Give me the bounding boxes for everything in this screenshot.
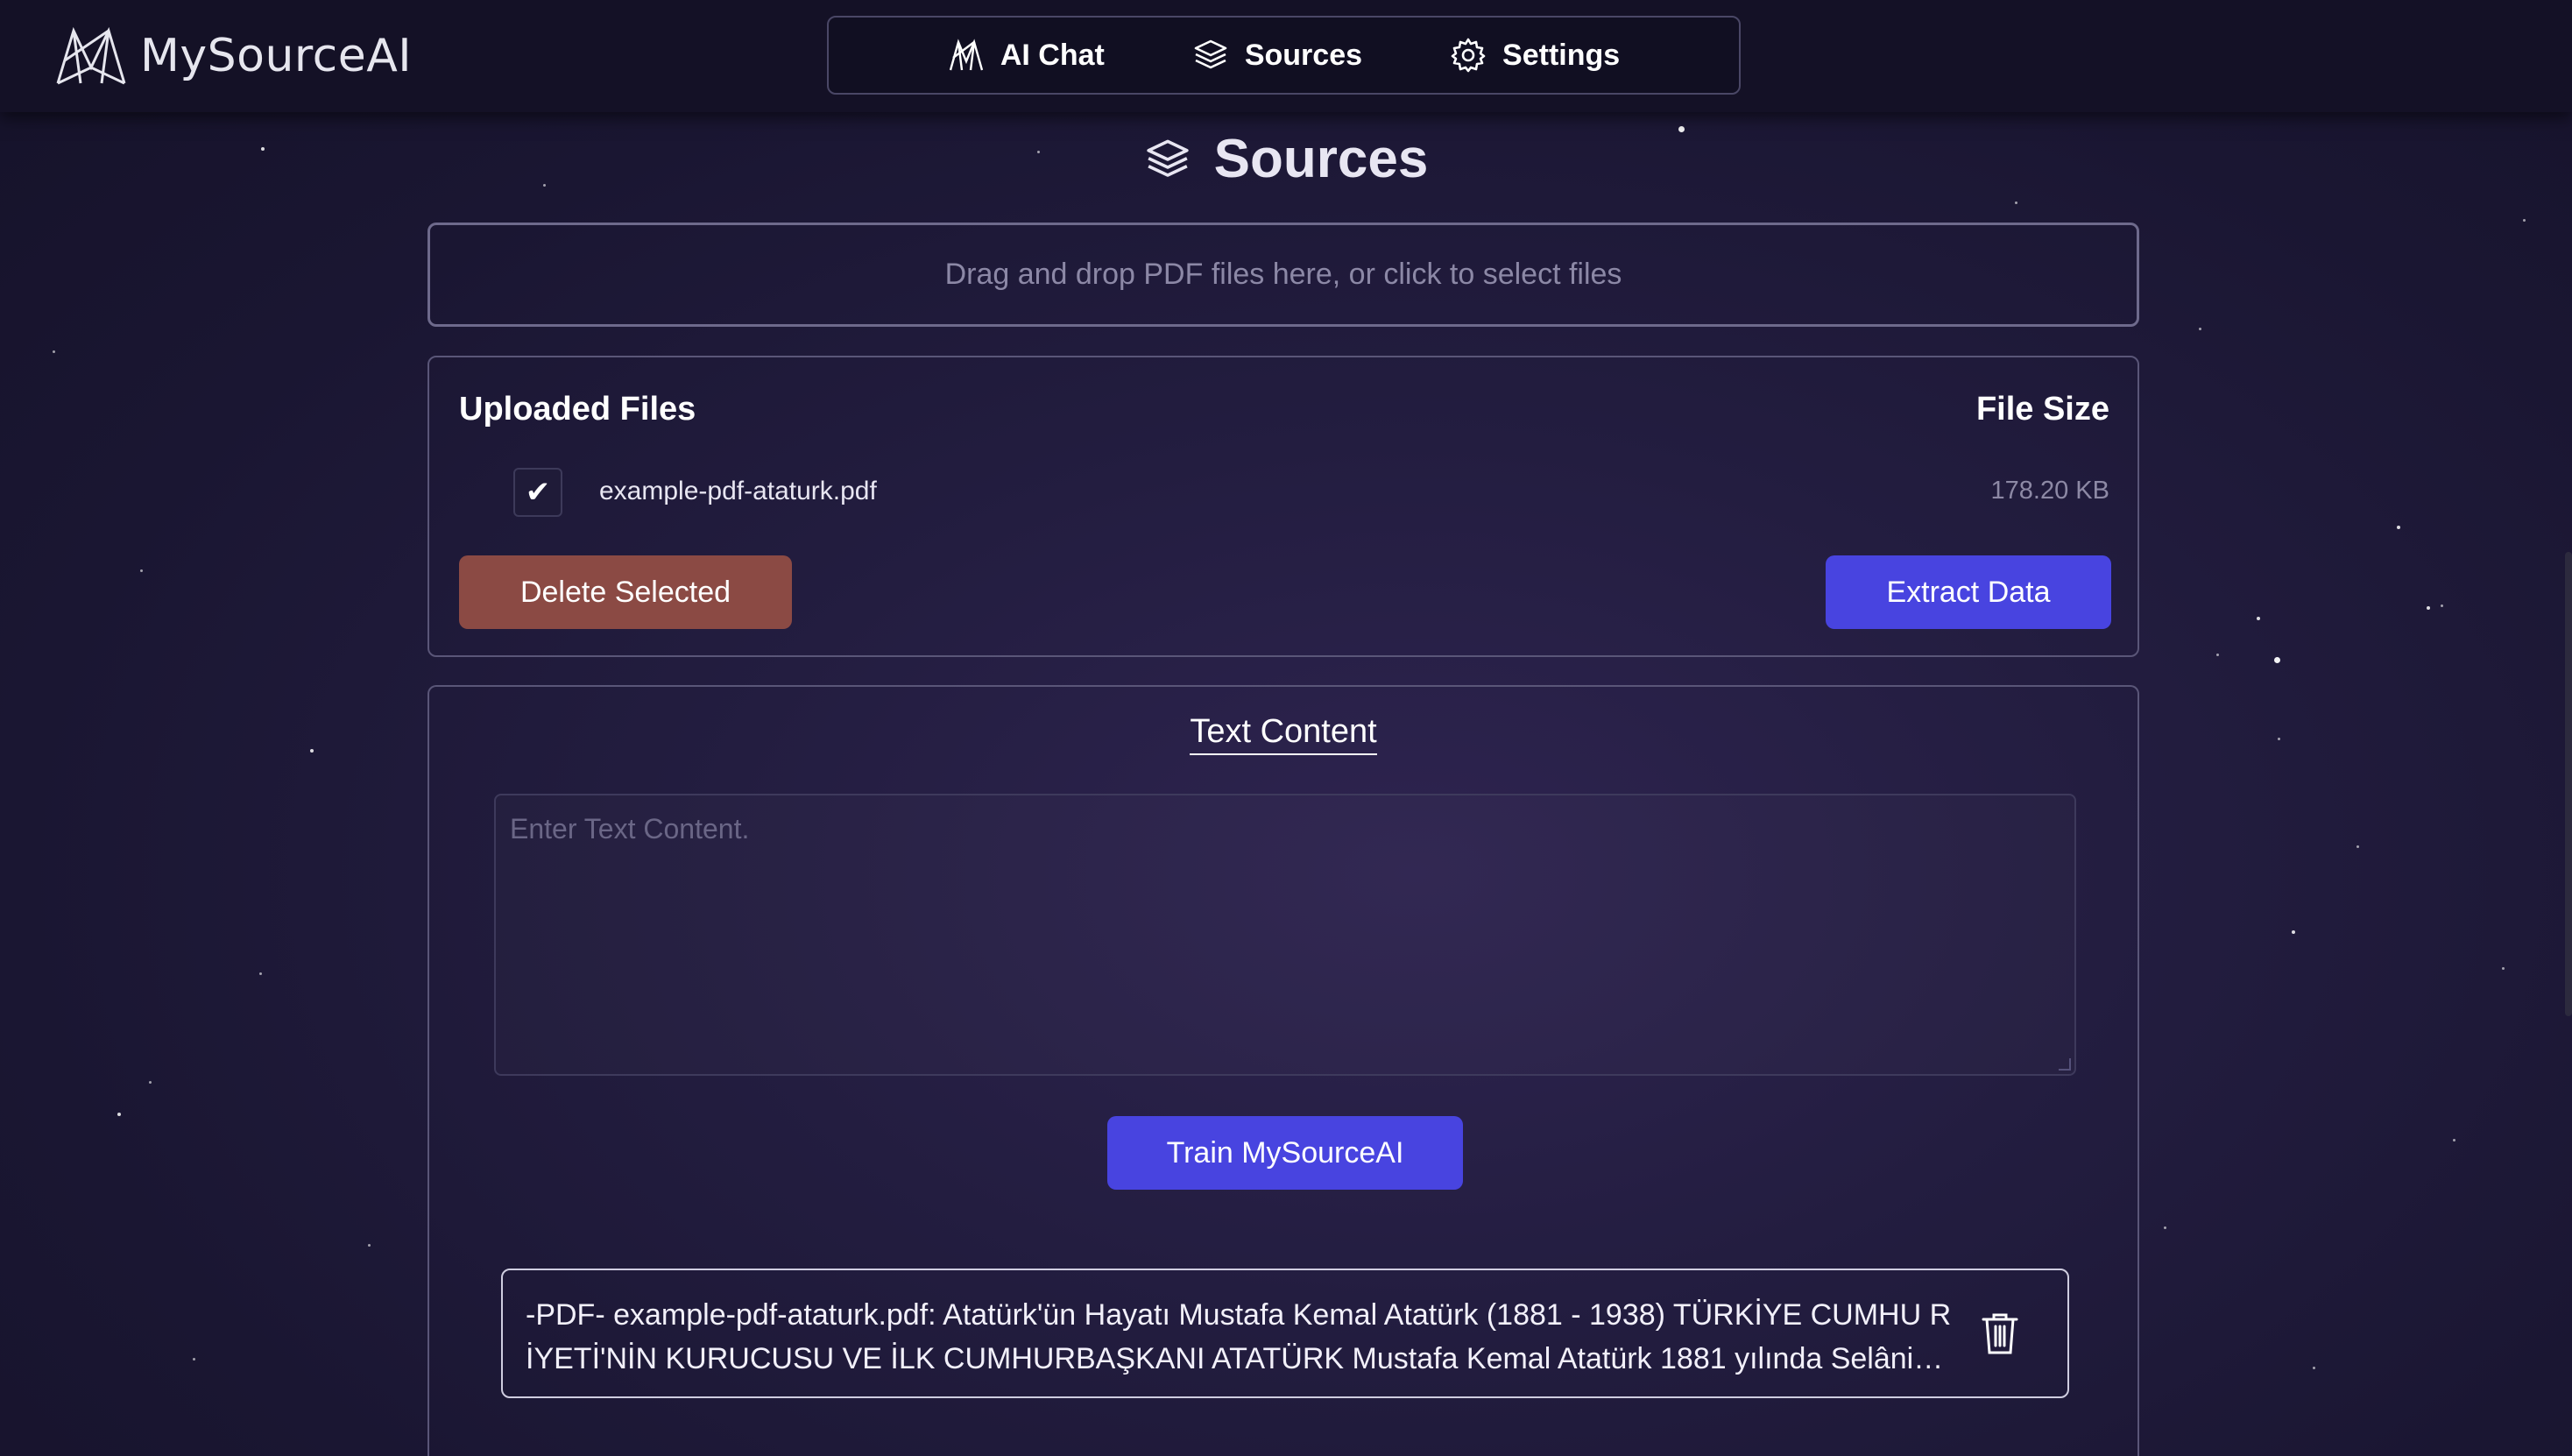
page-title-text: Sources	[1213, 129, 1429, 189]
nav-label-sources: Sources	[1244, 38, 1363, 72]
delete-selected-button[interactable]: Delete Selected	[459, 555, 792, 629]
ai-chat-logo-icon	[949, 39, 983, 71]
mysourceai-logo-icon	[56, 26, 126, 85]
nav-label-settings: Settings	[1502, 38, 1621, 72]
text-content-title: Text Content	[429, 713, 2137, 755]
text-content-input[interactable]: Enter Text Content.	[494, 794, 2076, 1076]
trash-icon[interactable]	[1980, 1311, 2020, 1356]
nav-item-settings[interactable]: Settings	[1450, 37, 1620, 74]
top-header: MySourceAI AI Chat Sources Settings	[0, 0, 2572, 112]
nav-label-ai-chat: AI Chat	[1000, 38, 1105, 72]
dropzone-text: Drag and drop PDF files here, or click t…	[944, 258, 1622, 291]
source-text: -PDF- example-pdf-ataturk.pdf: Atatürk'ü…	[526, 1298, 1952, 1375]
layers-icon	[1194, 39, 1227, 69]
main-nav: AI Chat Sources Settings	[827, 16, 1741, 95]
app-logo[interactable]: MySourceAI	[54, 25, 412, 88]
pdf-dropzone[interactable]: Drag and drop PDF files here, or click t…	[427, 223, 2139, 327]
nav-item-ai-chat[interactable]: AI Chat	[948, 37, 1105, 74]
page-title: Sources	[0, 128, 2572, 190]
uploaded-files-panel: Uploaded Files File Size ✔ example-pdf-a…	[427, 356, 2139, 657]
app-name: MySourceAI	[140, 30, 413, 82]
gear-icon	[1451, 38, 1486, 73]
file-select-checkbox[interactable]: ✔	[513, 468, 562, 517]
file-name: example-pdf-ataturk.pdf	[599, 477, 877, 505]
text-content-title-text: Text Content	[1190, 713, 1377, 755]
file-row: ✔ example-pdf-ataturk.pdf 178.20 KB	[429, 466, 2137, 519]
extract-data-button[interactable]: Extract Data	[1826, 555, 2111, 629]
nav-item-sources[interactable]: Sources	[1192, 37, 1362, 74]
layers-icon	[1146, 139, 1189, 177]
page-scrollbar[interactable]	[2565, 552, 2572, 1016]
text-content-panel: Text Content Enter Text Content. Train M…	[427, 685, 2139, 1456]
train-mysourceai-button[interactable]: Train MySourceAI	[1107, 1116, 1463, 1190]
uploaded-files-header: Uploaded Files	[459, 391, 696, 428]
file-size: 178.20 KB	[1990, 477, 2109, 505]
source-list-item: -PDF- example-pdf-ataturk.pdf: Atatürk'ü…	[501, 1269, 2069, 1398]
text-content-placeholder: Enter Text Content.	[510, 813, 750, 845]
checkmark-icon: ✔	[525, 476, 551, 509]
resize-handle[interactable]	[2059, 1058, 2071, 1071]
file-size-header: File Size	[1975, 391, 2109, 428]
